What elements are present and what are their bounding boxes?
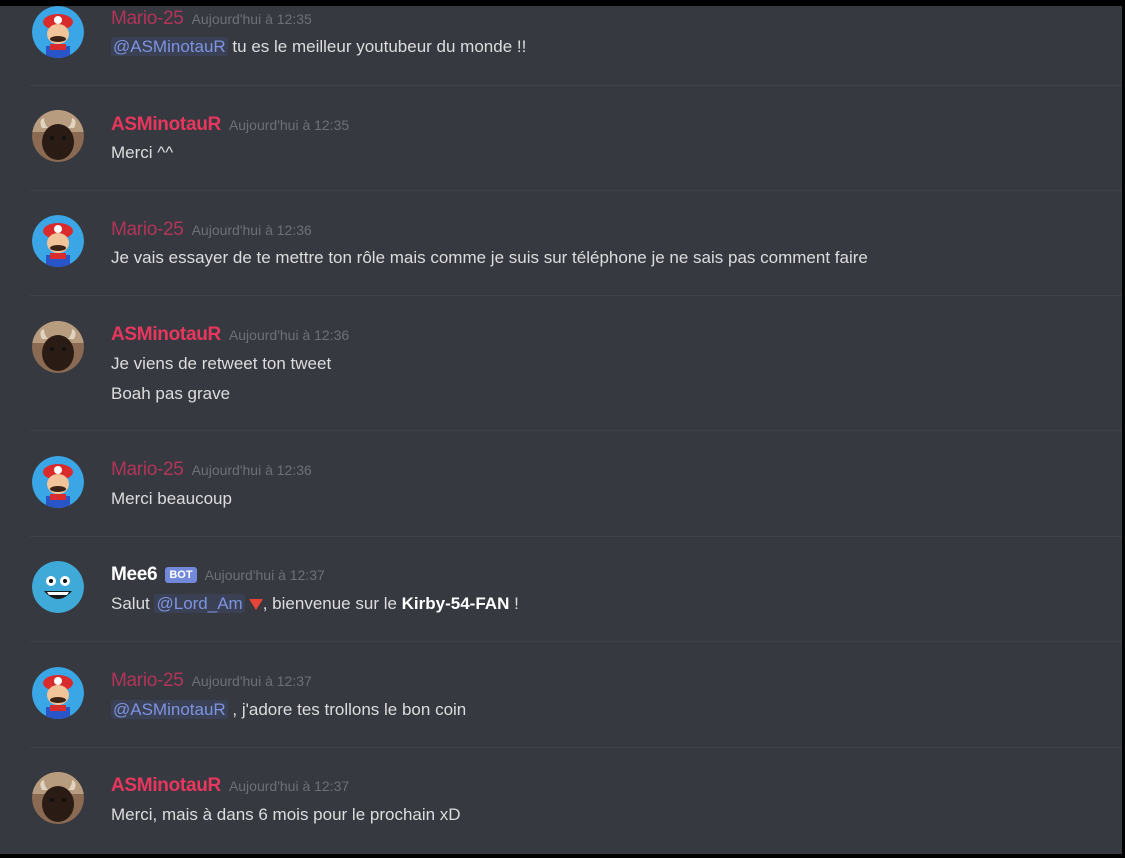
- timestamp: Aujourd'hui à 12:36: [191, 462, 312, 478]
- message-text: Je vais essayer de te mettre ton rôle ma…: [111, 248, 868, 267]
- mario-avatar-icon[interactable]: [32, 667, 84, 719]
- timestamp: Aujourd'hui à 12:35: [228, 117, 350, 133]
- message-text: tu es le meilleur youtubeur du monde !!: [227, 37, 527, 56]
- message-text: Je viens de retweet ton tweet: [111, 354, 332, 373]
- bot-badge: BOT: [165, 567, 197, 583]
- red-triangle-icon: [248, 599, 263, 610]
- message-text: Merci, mais à dans 6 mois pour le procha…: [111, 805, 461, 824]
- message-text: Salut: [111, 594, 155, 613]
- mario-avatar-icon[interactable]: [32, 456, 84, 508]
- message-text: Merci beaucoup: [111, 489, 232, 508]
- message-divider: [30, 641, 1122, 642]
- user-mention[interactable]: @ASMinotauR: [111, 700, 228, 719]
- username[interactable]: ASMinotauR: [111, 324, 221, 346]
- minotaur-avatar-icon[interactable]: [32, 321, 84, 373]
- username[interactable]: Mee6: [111, 564, 158, 586]
- timestamp: Aujourd'hui à 12:37: [191, 673, 312, 689]
- minotaur-avatar-icon[interactable]: [32, 772, 84, 824]
- message-text: , j'adore tes trollons le bon coin: [227, 700, 467, 719]
- timestamp: Aujourd'hui à 12:37: [228, 778, 350, 794]
- username[interactable]: Mario-25: [111, 670, 184, 692]
- username[interactable]: ASMinotauR: [111, 775, 221, 797]
- message-divider: [30, 85, 1122, 86]
- minotaur-avatar-icon[interactable]: [32, 110, 84, 162]
- username[interactable]: ASMinotauR: [111, 114, 221, 136]
- timestamp: Aujourd'hui à 12:36: [228, 327, 350, 343]
- chat-messages[interactable]: Mario-25 Aujourd'hui à 12:35 @ASMinotauR…: [0, 6, 1122, 854]
- timestamp: Aujourd'hui à 12:37: [204, 567, 325, 583]
- message-divider: [30, 430, 1122, 431]
- mario-avatar-icon[interactable]: [32, 6, 84, 58]
- username[interactable]: Mario-25: [111, 8, 184, 30]
- timestamp: Aujourd'hui à 12:36: [191, 222, 312, 238]
- message-text: !: [509, 594, 519, 613]
- mee6-avatar-icon[interactable]: [32, 561, 84, 613]
- message-text: Merci ^^: [111, 143, 174, 162]
- message-divider: [30, 536, 1122, 537]
- message-divider: [30, 747, 1122, 748]
- user-mention[interactable]: @ASMinotauR: [111, 37, 228, 56]
- server-name: Kirby-54-FAN: [401, 594, 510, 613]
- timestamp: Aujourd'hui à 12:35: [191, 11, 312, 27]
- username[interactable]: Mario-25: [111, 219, 184, 241]
- username[interactable]: Mario-25: [111, 459, 184, 481]
- message-divider: [30, 190, 1122, 191]
- message-text: Boah pas grave: [111, 384, 231, 403]
- message-divider: [30, 295, 1122, 296]
- message-text: , bienvenue sur le: [262, 594, 402, 613]
- mario-avatar-icon[interactable]: [32, 215, 84, 267]
- user-mention[interactable]: @Lord_Am: [154, 594, 245, 613]
